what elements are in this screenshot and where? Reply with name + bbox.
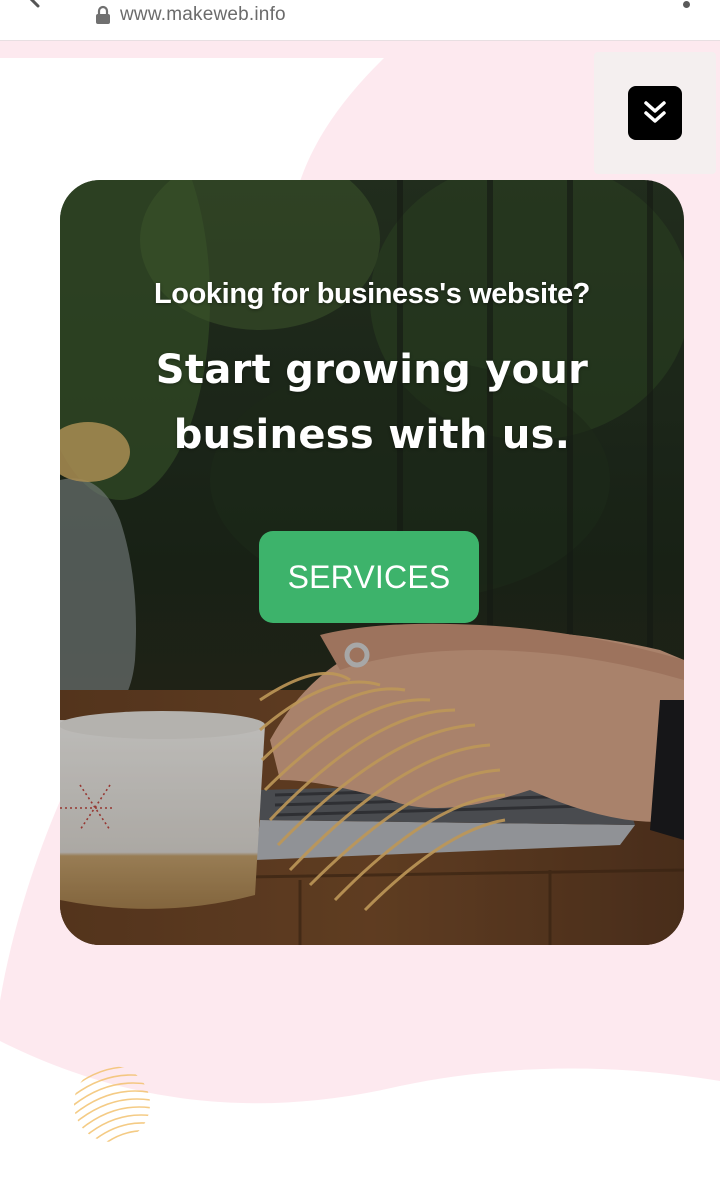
back-arrow-icon[interactable] [28, 0, 42, 8]
more-vert-icon[interactable] [683, 1, 690, 8]
lock-icon [96, 5, 110, 24]
hero-title: Start growing your business with us. [155, 347, 589, 458]
menu-toggle-container [594, 52, 716, 174]
url-text[interactable]: www.makeweb.info [120, 4, 286, 26]
services-button[interactable]: SERVICES [259, 531, 479, 623]
hero-banner: Looking for business's website? Start gr… [60, 180, 684, 945]
menu-toggle-button[interactable] [628, 86, 682, 140]
hero-subtitle: Looking for business's website? [153, 278, 590, 310]
browser-url-bar[interactable]: www.makeweb.info [0, 0, 720, 41]
double-chevron-down-icon [644, 101, 666, 123]
